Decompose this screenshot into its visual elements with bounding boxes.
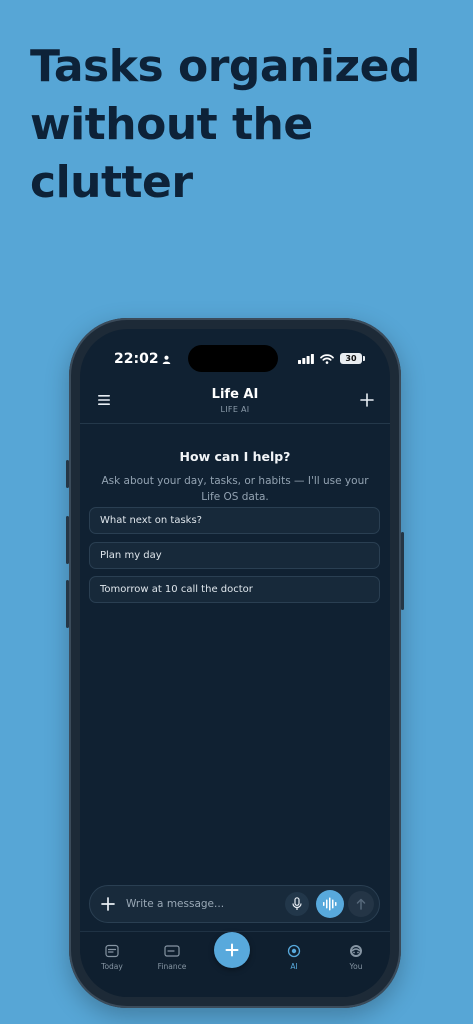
phone-volume-down xyxy=(66,580,69,628)
arrow-up-icon xyxy=(356,898,366,910)
suggestion-plan-day[interactable]: Plan my day xyxy=(89,542,380,569)
attach-plus-icon[interactable] xyxy=(99,895,117,913)
headline-line-2: without the xyxy=(30,99,313,150)
tab-ai-label: AI xyxy=(290,962,298,971)
battery-icon: 30 xyxy=(340,353,365,364)
wifi-icon xyxy=(320,353,334,364)
headline: Tasks organized without the clutter xyxy=(30,38,460,212)
suggestion-call-doctor[interactable]: Tomorrow at 10 call the doctor xyxy=(89,576,380,603)
app-bar: Life AI LIFE AI xyxy=(80,381,390,424)
waveform-icon xyxy=(323,897,337,911)
tab-ai[interactable]: AI xyxy=(269,944,319,971)
cellular-signal-icon xyxy=(298,353,314,364)
avatar-icon xyxy=(350,945,362,957)
mic-button[interactable] xyxy=(285,892,309,916)
status-indicators: 30 xyxy=(298,353,365,364)
phone-frame: 22:02 30 Life AI LIFE AI How can I help?… xyxy=(66,318,404,1008)
tab-you-label: You xyxy=(349,962,363,971)
message-composer xyxy=(89,885,380,923)
message-input[interactable] xyxy=(126,896,276,912)
app-title: Life AI xyxy=(211,387,259,402)
tab-finance-label: Finance xyxy=(157,962,187,971)
ai-icon xyxy=(287,944,301,958)
tab-finance[interactable]: Finance xyxy=(147,944,197,971)
new-chat-plus-icon[interactable] xyxy=(360,393,374,407)
plus-icon xyxy=(225,943,239,957)
tab-today[interactable]: Today xyxy=(87,944,137,971)
mic-icon xyxy=(292,897,302,910)
help-description: Ask about your day, tasks, or habits — I… xyxy=(101,475,369,503)
app-subtitle: LIFE AI xyxy=(220,405,250,414)
status-time: 22:02 xyxy=(114,351,159,367)
headline-line-3: clutter xyxy=(30,157,193,208)
suggestion-what-next[interactable]: What next on tasks? xyxy=(89,507,380,534)
phone-mute-switch xyxy=(66,460,69,488)
quick-add-button[interactable] xyxy=(214,932,250,968)
phone-screen: 22:02 30 Life AI LIFE AI How can I help?… xyxy=(80,329,390,997)
person-icon xyxy=(162,355,171,364)
help-title: How can I help? xyxy=(179,449,291,464)
phone-volume-up xyxy=(66,516,69,564)
tab-today-label: Today xyxy=(101,962,123,971)
calendar-icon xyxy=(105,944,119,958)
card-icon xyxy=(164,945,180,957)
headline-line-1: Tasks organized xyxy=(30,41,420,92)
phone-power-button xyxy=(401,532,404,610)
send-button[interactable] xyxy=(348,891,374,917)
tab-you[interactable]: You xyxy=(331,944,381,971)
voice-mode-button[interactable] xyxy=(316,890,344,918)
dynamic-island xyxy=(188,345,278,372)
